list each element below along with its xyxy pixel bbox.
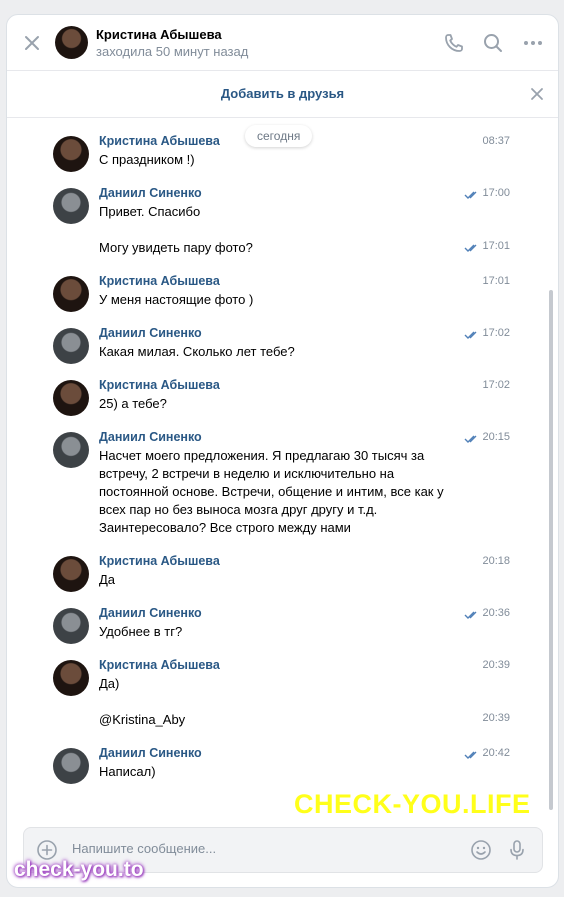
message-sender[interactable]: Даниил Синенко [99,430,202,444]
message: Могу увидеть пару фото? 17:01 [7,222,558,258]
avatar[interactable] [53,380,89,416]
message-text: Могу увидеть пару фото? [99,240,253,255]
message-sender[interactable]: Кристина Абышева [99,134,220,148]
message-time: 20:18 [482,555,510,567]
close-icon[interactable] [22,33,42,53]
message-text: С праздником !) [99,152,195,167]
message: Кристина Абышева У меня настоящие фото )… [7,274,558,312]
read-check-icon [464,611,477,619]
read-check-icon [464,191,477,199]
message-sender[interactable]: Кристина Абышева [99,554,220,568]
date-separator: сегодня [245,125,313,147]
read-check-icon [464,331,477,339]
message: Даниил Синенко Удобнее в тг? 20:36 [7,606,558,644]
message: @Kristina_Aby 20:39 [7,694,558,730]
message-time: 08:37 [482,135,510,147]
chat-header: Кристина Абышева заходила 50 минут назад [7,15,558,71]
avatar[interactable] [53,608,89,644]
message-time: 17:02 [482,327,510,339]
avatar[interactable] [53,276,89,312]
message-sender[interactable]: Даниил Синенко [99,326,202,340]
contact-status: заходила 50 минут назад [96,44,249,59]
message-text: Да [99,572,116,587]
close-icon[interactable] [530,87,544,101]
message-text: Удобнее в тг? [99,624,183,639]
message-sender[interactable]: Даниил Синенко [99,606,202,620]
add-friend-bar: Добавить в друзья [7,71,558,118]
microphone-icon[interactable] [506,839,528,861]
message-text: 25) а тебе? [99,396,167,411]
message: Кристина Абышева Да) 20:39 [7,658,558,696]
avatar[interactable] [53,660,89,696]
message-text: У меня настоящие фото ) [99,292,254,307]
contact-name[interactable]: Кристина Абышева [96,27,222,42]
avatar[interactable] [55,26,88,59]
emoji-icon[interactable] [470,839,492,861]
message: Даниил Синенко Какая милая. Сколько лет … [7,326,558,364]
message: Даниил Синенко Привет. Спасибо 17:00 [7,186,558,224]
message-time: 17:02 [482,379,510,391]
read-check-icon [464,244,477,252]
phone-icon[interactable] [443,32,465,54]
message-text: Да) [99,676,120,691]
message-time: 17:01 [482,275,510,287]
message-time: 20:39 [482,659,510,671]
message: Кристина Абышева Да 20:18 [7,554,558,592]
avatar[interactable] [53,328,89,364]
message-time: 20:42 [482,747,510,759]
avatar[interactable] [53,432,89,468]
message: Кристина Абышева 25) а тебе? 17:02 [7,378,558,416]
read-check-icon [464,435,477,443]
message-text: @Kristina_Aby [99,712,186,727]
scrollbar[interactable] [549,290,553,810]
watermark-main: CHECK-YOU.LIFE [294,789,531,819]
message-sender[interactable]: Кристина Абышева [99,274,220,288]
message-sender[interactable]: Кристина Абышева [99,378,220,392]
message-input[interactable] [70,840,454,857]
avatar[interactable] [53,748,89,784]
message-time: 20:39 [482,712,510,724]
message-sender[interactable]: Даниил Синенко [99,186,202,200]
avatar[interactable] [53,188,89,224]
message-time: 20:36 [482,607,510,619]
chat-panel: Кристина Абышева заходила 50 минут назад… [6,14,559,888]
add-friend-button[interactable]: Добавить в друзья [7,86,558,101]
watermark-corner: check-you.to [14,858,144,881]
message: Даниил Синенко Насчет моего предложения.… [7,430,558,540]
message-time: 17:00 [482,187,510,199]
message-text: Какая милая. Сколько лет тебе? [99,344,295,359]
search-icon[interactable] [482,32,504,54]
message-time: 20:15 [482,431,510,443]
message-sender[interactable]: Даниил Синенко [99,746,202,760]
message-text: Привет. Спасибо [99,204,201,219]
message-time: 17:01 [482,240,510,252]
message-text: Насчет моего предложения. Я предлагаю 30… [99,448,444,535]
avatar[interactable] [53,136,89,172]
message-sender[interactable]: Кристина Абышева [99,658,220,672]
more-icon[interactable] [522,32,544,54]
message-list: Кристина Абышева С праздником !) 08:37 Д… [7,118,558,818]
message-text: Написал) [99,764,156,779]
avatar[interactable] [53,556,89,592]
message: Даниил Синенко Написал) 20:42 [7,746,558,784]
read-check-icon [464,751,477,759]
